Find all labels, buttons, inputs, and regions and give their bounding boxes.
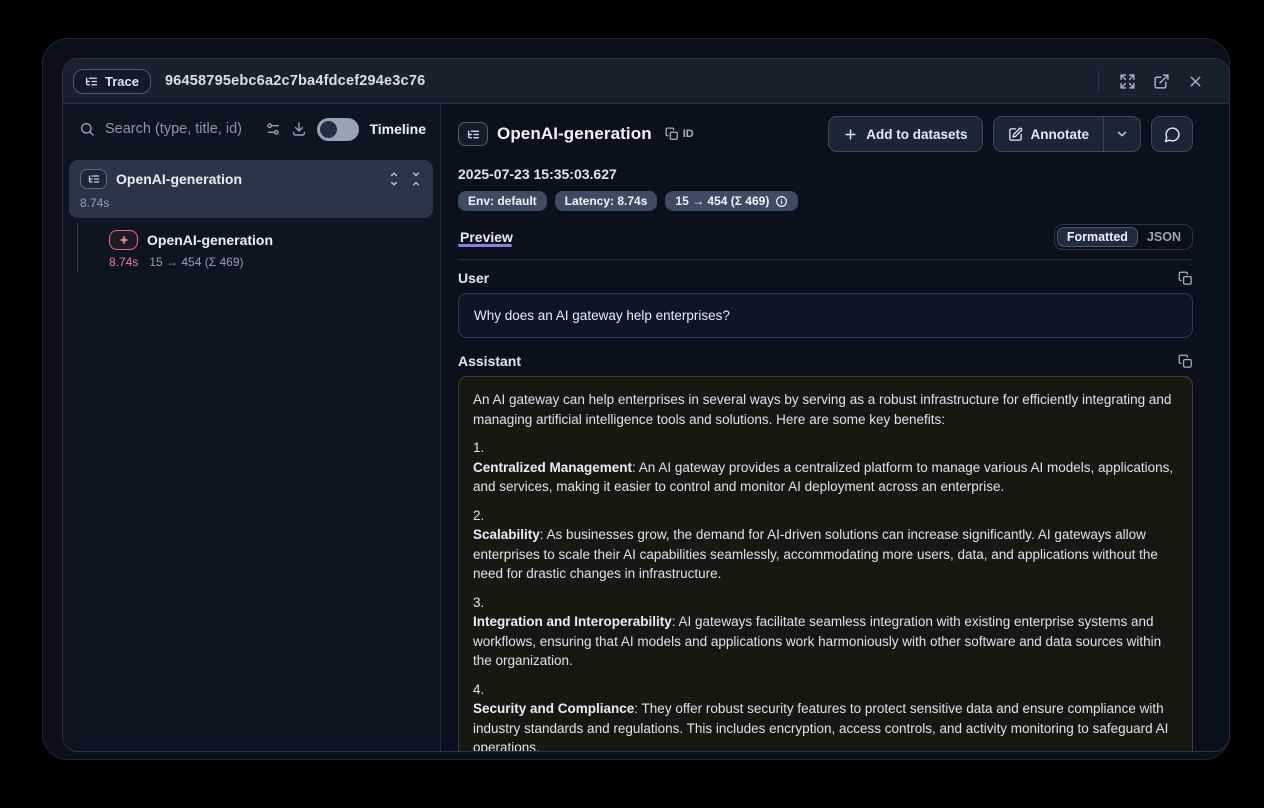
search-input[interactable]: Search (type, title, id) bbox=[79, 121, 255, 137]
assistant-item: 2.Scalability: As businesses grow, the d… bbox=[473, 506, 1178, 584]
trace-detail-dialog: Trace 96458795ebc6a2c7ba4fdcef294e3c76 bbox=[62, 58, 1230, 752]
open-in-new-button[interactable] bbox=[1147, 67, 1175, 95]
generation-node-icon bbox=[109, 230, 138, 250]
assistant-item: 1.Centralized Management: An AI gateway … bbox=[473, 438, 1178, 497]
copy-icon bbox=[665, 127, 679, 141]
format-formatted-option[interactable]: Formatted bbox=[1057, 227, 1138, 247]
user-section-label: User bbox=[458, 270, 489, 286]
filter-settings-icon[interactable] bbox=[265, 121, 281, 137]
latency-badge-label: Latency: 8.74s bbox=[565, 194, 648, 208]
assistant-item: 4.Security and Compliance: They offer ro… bbox=[473, 680, 1178, 752]
tree-node-label: OpenAI-generation bbox=[147, 232, 273, 248]
generation-title-icon bbox=[458, 122, 488, 146]
tree-node-root[interactable]: OpenAI-generation 8.74s bbox=[69, 160, 433, 218]
expand-button[interactable] bbox=[1113, 67, 1141, 95]
observation-detail-panel: OpenAI-generation ID Add to datasets bbox=[441, 104, 1229, 751]
edit-pen-icon bbox=[1008, 127, 1023, 142]
tree-node-generation[interactable]: OpenAI-generation 8.74s 15 → 454 (Σ 469) bbox=[63, 223, 440, 275]
token-usage-badge[interactable]: 15 → 454 (Σ 469) bbox=[665, 191, 798, 211]
page-title: OpenAI-generation bbox=[497, 124, 652, 144]
external-link-icon bbox=[1153, 73, 1170, 90]
user-message-box: Why does an AI gateway help enterprises? bbox=[458, 293, 1193, 338]
annotate-dropdown-button[interactable] bbox=[1104, 117, 1140, 151]
id-label: ID bbox=[683, 128, 694, 140]
search-icon bbox=[79, 121, 95, 137]
annotate-label: Annotate bbox=[1031, 127, 1090, 142]
unfold-vertical-icon[interactable] bbox=[387, 172, 401, 186]
header-divider bbox=[1098, 70, 1099, 92]
comments-button[interactable] bbox=[1151, 116, 1193, 152]
env-badge: Env: default bbox=[458, 191, 547, 211]
tree-node-label: OpenAI-generation bbox=[116, 171, 242, 187]
copy-icon bbox=[1178, 354, 1193, 369]
comment-bubble-icon bbox=[1164, 126, 1181, 143]
assistant-intro: An AI gateway can help enterprises in se… bbox=[473, 390, 1178, 429]
io-preview-area: User Why does an AI gateway help enterpr… bbox=[458, 260, 1193, 751]
active-tab-indicator bbox=[458, 244, 512, 247]
close-button[interactable] bbox=[1181, 67, 1209, 95]
fold-vertical-icon[interactable] bbox=[409, 172, 423, 186]
search-placeholder: Search (type, title, id) bbox=[105, 121, 242, 137]
copy-icon bbox=[1178, 271, 1193, 286]
trace-header: Trace 96458795ebc6a2c7ba4fdcef294e3c76 bbox=[63, 59, 1229, 104]
annotate-split-button: Annotate bbox=[993, 116, 1142, 152]
annotate-button[interactable]: Annotate bbox=[994, 117, 1104, 151]
env-badge-label: Env: default bbox=[468, 194, 537, 208]
trace-id: 96458795ebc6a2c7ba4fdcef294e3c76 bbox=[165, 73, 425, 89]
user-message-text: Why does an AI gateway help enterprises? bbox=[474, 308, 730, 323]
maximize-icon bbox=[1119, 73, 1136, 90]
copy-user-button[interactable] bbox=[1178, 271, 1193, 286]
list-tree-icon bbox=[85, 75, 98, 88]
timestamp: 2025-07-23 15:35:03.627 bbox=[458, 166, 1193, 182]
assistant-message-box: An AI gateway can help enterprises in se… bbox=[458, 376, 1193, 751]
close-icon bbox=[1187, 73, 1204, 90]
toggle-knob bbox=[320, 121, 337, 138]
tree-node-duration: 8.74s bbox=[80, 196, 423, 210]
tab-preview-label: Preview bbox=[460, 229, 513, 245]
trace-type-badge: Trace bbox=[73, 69, 151, 94]
add-to-datasets-label: Add to datasets bbox=[866, 127, 967, 142]
trace-tree-sidebar: Search (type, title, id) Timeline bbox=[63, 104, 441, 751]
latency-badge: Latency: 8.74s bbox=[555, 191, 658, 211]
download-icon[interactable] bbox=[291, 121, 307, 137]
generation-duration: 8.74s bbox=[109, 255, 138, 269]
info-icon bbox=[775, 195, 788, 208]
chevron-down-icon bbox=[1115, 127, 1129, 141]
add-to-datasets-button[interactable]: Add to datasets bbox=[828, 116, 982, 152]
token-usage-label: 15 → 454 (Σ 469) bbox=[675, 194, 769, 208]
tab-preview[interactable]: Preview bbox=[458, 229, 515, 245]
format-json-option[interactable]: JSON bbox=[1138, 228, 1190, 246]
copy-id-button[interactable]: ID bbox=[665, 127, 694, 141]
trace-node-icon bbox=[80, 169, 107, 189]
timeline-label: Timeline bbox=[369, 121, 426, 137]
assistant-section-label: Assistant bbox=[458, 353, 521, 369]
timeline-toggle[interactable] bbox=[317, 118, 359, 141]
generation-tokens: 15 → 454 (Σ 469) bbox=[149, 255, 243, 269]
assistant-item: 3.Integration and Interoperability: AI g… bbox=[473, 593, 1178, 671]
plus-icon bbox=[843, 127, 858, 142]
format-toggle: Formatted JSON bbox=[1054, 224, 1193, 250]
copy-assistant-button[interactable] bbox=[1178, 354, 1193, 369]
tree-indent-line bbox=[77, 223, 78, 273]
trace-badge-label: Trace bbox=[105, 74, 139, 89]
